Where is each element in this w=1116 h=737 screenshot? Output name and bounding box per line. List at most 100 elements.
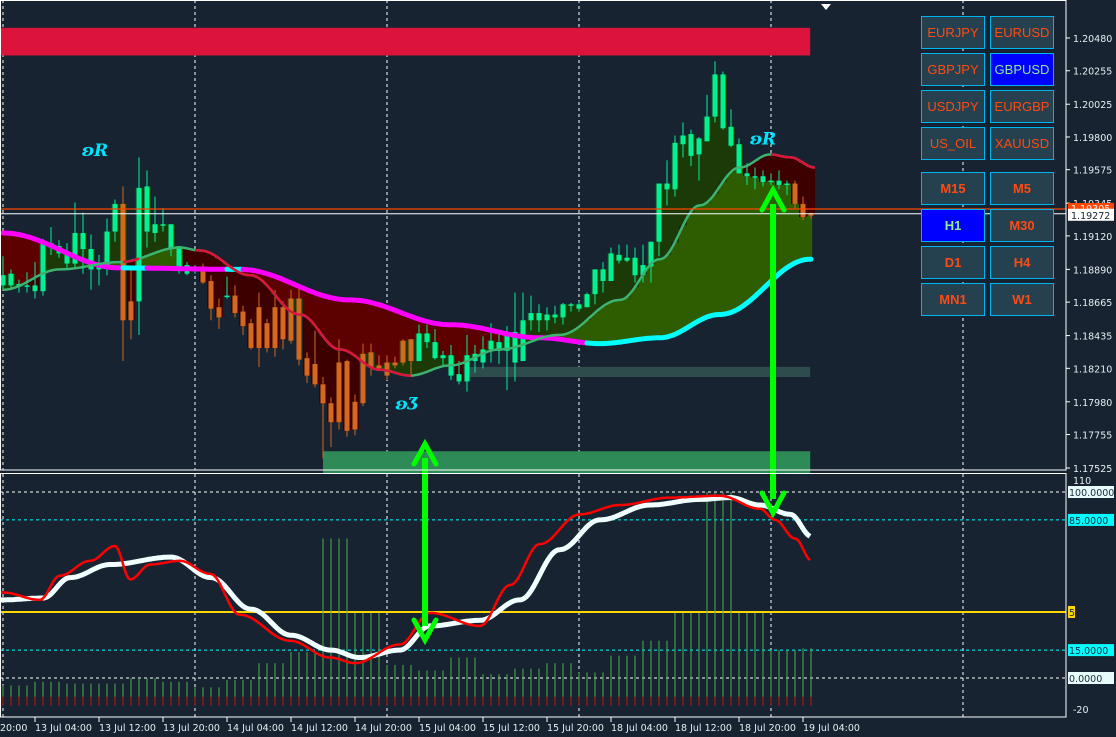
ma-cloud-strip bbox=[162, 250, 165, 269]
candle-bull bbox=[536, 313, 542, 321]
ma-cloud-strip bbox=[172, 248, 175, 269]
symbol-button-gbpjpy[interactable]: GBPJPY bbox=[921, 53, 985, 86]
symbol-button-xauusd[interactable]: XAUUSD bbox=[990, 127, 1054, 160]
ma-cloud-strip bbox=[392, 309, 395, 372]
ma-cloud-strip bbox=[660, 259, 663, 338]
ma-cloud-strip bbox=[720, 186, 723, 315]
ma-cloud-strip bbox=[342, 299, 345, 350]
ma-cloud-strip bbox=[636, 285, 639, 340]
candle-bull bbox=[168, 224, 174, 248]
ma-cloud-strip bbox=[610, 302, 613, 344]
candle-fill-bear bbox=[807, 166, 815, 216]
x-tick-label: 20:00 bbox=[0, 723, 27, 734]
x-tick-label: 18 Jul 04:00 bbox=[611, 723, 668, 734]
candle-bull bbox=[176, 246, 182, 267]
candle-bear bbox=[792, 183, 798, 204]
candle-fill-bear bbox=[783, 157, 791, 184]
x-tick-label: 15 Jul 20:00 bbox=[547, 723, 604, 734]
candle-bear bbox=[232, 295, 238, 314]
y-tick-label: 1.19575 bbox=[1073, 166, 1112, 177]
ma-cloud-strip bbox=[724, 180, 727, 315]
ma-cloud-strip bbox=[626, 297, 629, 342]
ma-cloud-strip bbox=[740, 167, 743, 308]
symbol-button-eurgbp[interactable]: EURGBP bbox=[990, 90, 1054, 123]
ma-cloud-strip bbox=[306, 289, 309, 317]
ma-cloud-strip bbox=[376, 303, 379, 370]
candle-bull bbox=[560, 304, 566, 318]
ma-cloud-strip bbox=[364, 301, 367, 363]
candle-bull bbox=[720, 74, 726, 129]
candle-bull bbox=[584, 294, 590, 308]
timeframe-button-h1[interactable]: H1 bbox=[921, 209, 985, 242]
ma-cloud-strip bbox=[692, 210, 695, 325]
candle-bear bbox=[336, 362, 342, 423]
ma-cloud-strip bbox=[328, 296, 331, 343]
ma-cloud-strip bbox=[668, 253, 671, 337]
symbol-button-gbpusd[interactable]: GBPUSD bbox=[990, 53, 1054, 86]
candle-bull bbox=[112, 203, 118, 232]
ma-cloud-strip bbox=[688, 216, 691, 328]
candle-bull bbox=[152, 224, 158, 233]
symbol-button-eurjpy[interactable]: EURJPY bbox=[921, 16, 985, 49]
candle-bear bbox=[376, 365, 382, 369]
x-tick-label: 14 Jul 20:00 bbox=[355, 723, 412, 734]
ma-cloud-strip bbox=[666, 256, 669, 338]
ma-cloud-strip bbox=[608, 303, 611, 344]
candle-bull bbox=[24, 285, 30, 287]
supply-zone bbox=[0, 27, 811, 56]
timeframe-button-w1[interactable]: W1 bbox=[990, 283, 1054, 316]
ma-cloud-strip bbox=[594, 313, 597, 344]
ma-cloud-strip bbox=[318, 293, 321, 330]
ma-cloud-strip bbox=[648, 267, 651, 339]
ma-cloud-strip bbox=[664, 257, 667, 338]
ma-cloud-strip bbox=[356, 300, 359, 357]
candle-bear bbox=[296, 298, 302, 360]
x-tick-label: 13 Jul 04:00 bbox=[35, 723, 92, 734]
timeframe-button-m15[interactable]: M15 bbox=[921, 172, 985, 205]
x-tick-label: 15 Jul 04:00 bbox=[419, 723, 476, 734]
ma-cloud-strip bbox=[380, 304, 383, 370]
candle-bull bbox=[576, 304, 582, 309]
candle-bull bbox=[544, 314, 550, 321]
candle-bull bbox=[552, 314, 558, 318]
candle-fill-bull bbox=[623, 257, 631, 297]
ma-cloud-strip bbox=[310, 290, 313, 320]
timeframe-button-d1[interactable]: D1 bbox=[921, 246, 985, 279]
y-tick-label: 1.17525 bbox=[1073, 464, 1112, 475]
candle-bear bbox=[288, 298, 294, 341]
current-price-label: 1.19272 bbox=[1071, 211, 1110, 222]
symbol-button-eurusd[interactable]: EURUSD bbox=[990, 16, 1054, 49]
timeframe-button-m5[interactable]: M5 bbox=[990, 172, 1054, 205]
ma-cloud-strip bbox=[326, 296, 329, 341]
ma-cloud-strip bbox=[160, 251, 163, 269]
timeframe-button-m30[interactable]: M30 bbox=[990, 209, 1054, 242]
ma-cloud-strip bbox=[460, 325, 463, 364]
ma-cloud-strip bbox=[350, 299, 353, 353]
ma-cloud-strip bbox=[36, 239, 39, 277]
ma-cloud-strip bbox=[456, 324, 459, 365]
ma-cloud-strip bbox=[604, 305, 607, 344]
ma-cloud-strip bbox=[676, 240, 679, 334]
ma-cloud-strip bbox=[684, 223, 687, 330]
candle-bear bbox=[392, 362, 398, 366]
x-tick-label: 14 Jul 04:00 bbox=[227, 723, 284, 734]
slow-ma-line bbox=[144, 265, 230, 272]
ma-cloud-strip bbox=[314, 292, 317, 325]
ma-cloud-strip bbox=[630, 293, 633, 341]
ma-cloud-strip bbox=[728, 175, 731, 314]
ma-cloud-strip bbox=[738, 167, 741, 310]
candle-bear bbox=[800, 203, 806, 217]
pattern-marker: ʚR bbox=[750, 129, 776, 149]
ma-cloud-strip bbox=[714, 194, 717, 316]
symbol-button-usdjpy[interactable]: USDJPY bbox=[921, 90, 985, 123]
y-tick-label: 1.18890 bbox=[1073, 265, 1112, 276]
timeframe-button-mn1[interactable]: MN1 bbox=[921, 283, 985, 316]
candle-bull bbox=[456, 374, 462, 382]
x-tick-label: 19 Jul 04:00 bbox=[803, 723, 860, 734]
ma-cloud-strip bbox=[304, 288, 307, 316]
x-tick-label: 18 Jul 20:00 bbox=[739, 723, 796, 734]
timeframe-button-h4[interactable]: H4 bbox=[990, 246, 1054, 279]
y-tick-label: 1.20255 bbox=[1073, 67, 1112, 78]
symbol-button-us_oil[interactable]: US_OIL bbox=[921, 127, 985, 160]
ma-cloud-strip bbox=[702, 205, 705, 320]
